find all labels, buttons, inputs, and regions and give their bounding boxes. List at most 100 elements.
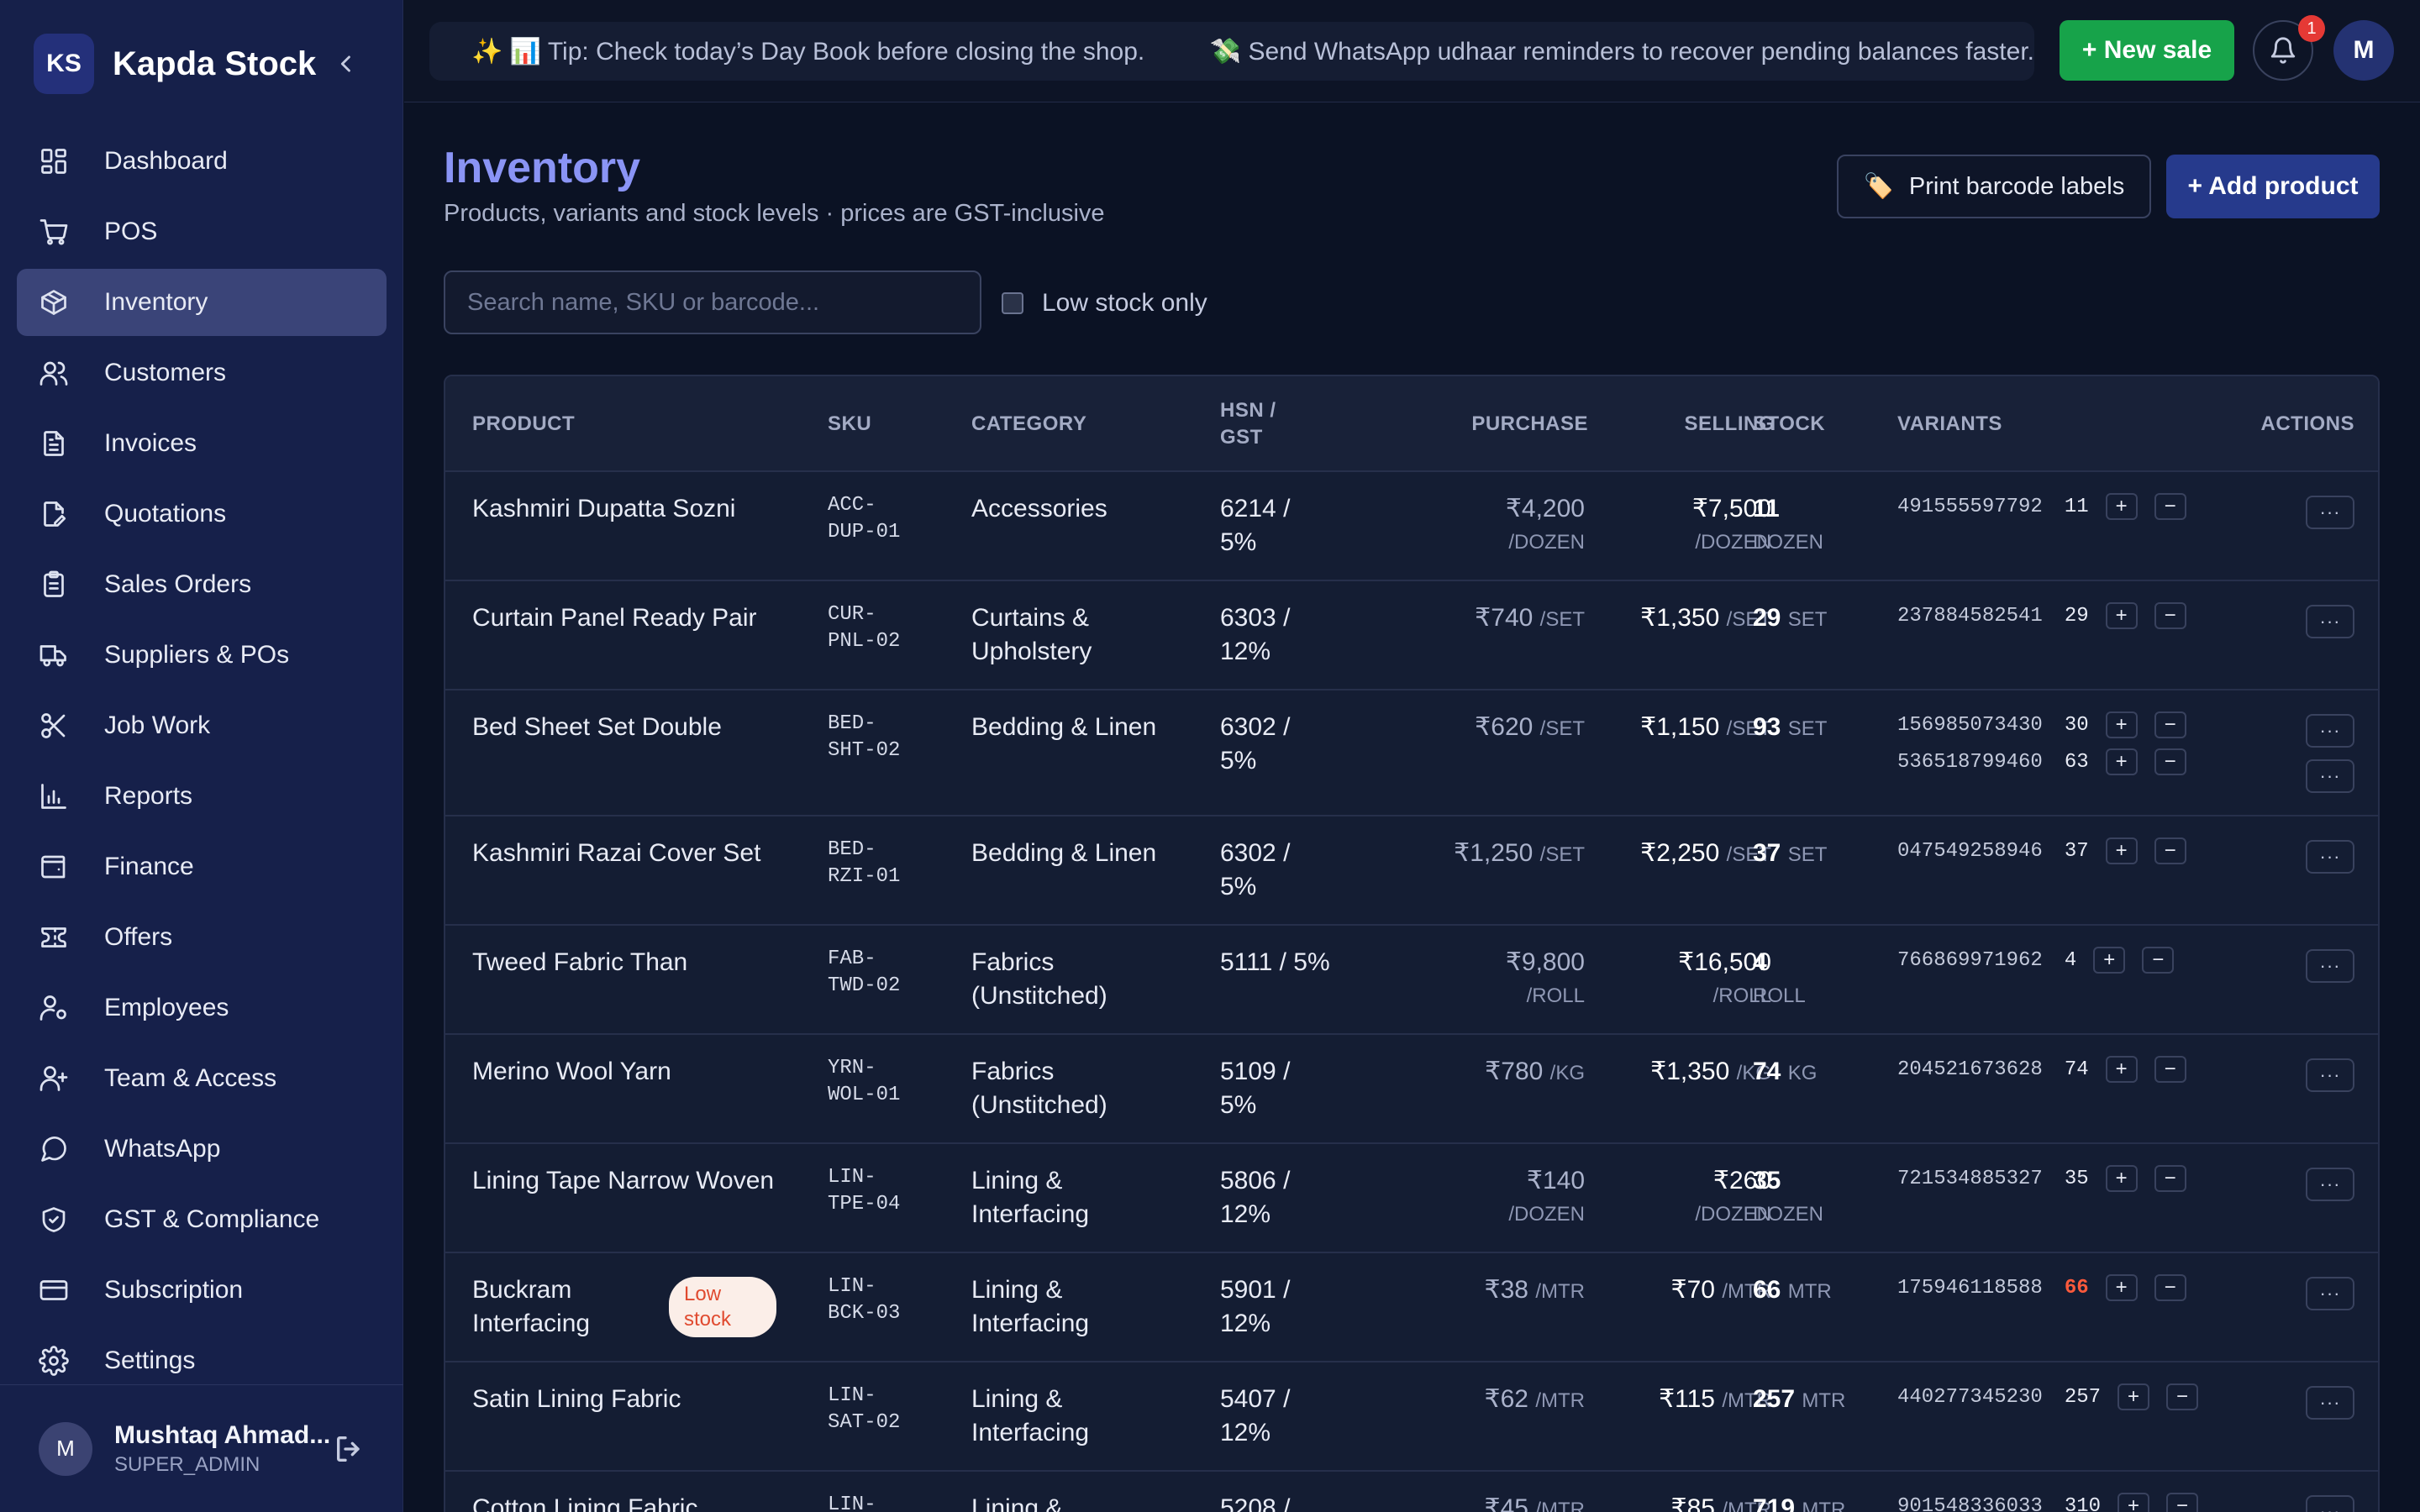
brand[interactable]: KS Kapda Stock bbox=[34, 34, 316, 94]
decrease-stock-button[interactable]: − bbox=[2154, 602, 2186, 629]
product-name[interactable]: Tweed Fabric Than bbox=[472, 946, 687, 979]
table-row[interactable]: Curtain Panel Ready Pair CUR- PNL-02 Curtai… bbox=[445, 581, 2378, 690]
table-row[interactable]: Kashmiri Razai Cover Set BED- RZI-01 Beddin… bbox=[445, 816, 2378, 926]
low-stock-filter[interactable]: Low stock only bbox=[1002, 289, 1207, 318]
cart-icon bbox=[37, 215, 71, 249]
add-product-button[interactable]: + Add product bbox=[2166, 155, 2380, 218]
sidebar-item-label: Suppliers & POs bbox=[104, 641, 290, 669]
row-actions-menu-button[interactable]: ··· bbox=[2306, 496, 2354, 529]
variant-qty: 310 bbox=[2064, 1494, 2102, 1512]
table-row[interactable]: Cotton Lining Fabric LIN-CTN-01 Lining &In… bbox=[445, 1472, 2378, 1512]
column-header-purchase[interactable]: PURCHASE bbox=[1361, 376, 1588, 472]
product-name[interactable]: Curtain Panel Ready Pair bbox=[472, 601, 757, 635]
column-header-selling[interactable]: SELLING bbox=[1580, 376, 1775, 472]
decrease-stock-button[interactable]: − bbox=[2154, 837, 2186, 864]
column-header-product[interactable]: PRODUCT bbox=[472, 376, 575, 472]
row-actions-menu-button[interactable]: ··· bbox=[2306, 840, 2354, 874]
sidebar-item-finance[interactable]: Finance bbox=[17, 833, 387, 900]
sidebar-item-employees[interactable]: Employees bbox=[17, 974, 387, 1042]
product-name[interactable]: Bed Sheet Set Double bbox=[472, 711, 722, 744]
increase-stock-button[interactable]: + bbox=[2093, 947, 2126, 974]
table-row[interactable]: Kashmiri Dupatta Sozni ACC- DUP-01 Accessor… bbox=[445, 472, 2378, 581]
decrease-stock-button[interactable]: − bbox=[2154, 748, 2186, 775]
increase-stock-button[interactable]: + bbox=[2105, 602, 2138, 629]
sidebar-item-whatsapp[interactable]: WhatsApp bbox=[17, 1116, 387, 1183]
sidebar-item-gst-and-compliance[interactable]: GST & Compliance bbox=[17, 1186, 387, 1253]
table-row[interactable]: Lining Tape Narrow Woven LIN- TPE-04 Lining… bbox=[445, 1144, 2378, 1253]
increase-stock-button[interactable]: + bbox=[2105, 1056, 2138, 1083]
increase-stock-button[interactable]: + bbox=[2105, 1274, 2138, 1301]
row-actions-menu-button[interactable]: ··· bbox=[2306, 1495, 2354, 1512]
sidebar-item-offers[interactable]: Offers bbox=[17, 904, 387, 971]
table-row[interactable]: Tweed Fabric Than FAB- TWD-02 Fabrics (Unsti… bbox=[445, 926, 2378, 1035]
new-sale-button[interactable]: + New sale bbox=[2060, 20, 2234, 81]
column-header-sku[interactable]: SKU bbox=[828, 376, 871, 472]
variant-row: 491555597792 11 + − bbox=[1897, 492, 2186, 521]
row-actions-menu-button[interactable]: ··· bbox=[2306, 1058, 2354, 1092]
product-name[interactable]: Kashmiri Dupatta Sozni bbox=[472, 492, 735, 526]
sidebar-item-pos[interactable]: POS bbox=[17, 198, 387, 265]
row-actions-menu-button[interactable]: ··· bbox=[2306, 605, 2354, 638]
increase-stock-button[interactable]: + bbox=[2105, 837, 2138, 864]
category: Fabrics (Unstitched) bbox=[971, 948, 1107, 1010]
decrease-stock-button[interactable]: − bbox=[2154, 1165, 2186, 1192]
decrease-stock-button[interactable]: − bbox=[2154, 1274, 2186, 1301]
sidebar-item-inventory[interactable]: Inventory bbox=[17, 269, 387, 336]
sidebar-item-job-work[interactable]: Job Work bbox=[17, 692, 387, 759]
user-profile[interactable]: M Mushtaq Ahmad... SUPER_ADMIN bbox=[0, 1384, 403, 1512]
table-row[interactable]: Bed Sheet Set Double BED- SHT-02 Bedding & … bbox=[445, 690, 2378, 816]
row-actions-menu-button[interactable]: ··· bbox=[2306, 759, 2354, 793]
decrease-stock-button[interactable]: − bbox=[2154, 493, 2186, 520]
sidebar-item-team-and-access[interactable]: Team & Access bbox=[17, 1045, 387, 1112]
account-avatar[interactable]: M bbox=[2333, 20, 2394, 81]
collapse-sidebar-button[interactable] bbox=[329, 47, 363, 81]
decrease-stock-button[interactable]: − bbox=[2154, 711, 2186, 738]
decrease-stock-button[interactable]: − bbox=[2166, 1383, 2199, 1410]
column-header-variants[interactable]: VARIANTS bbox=[1897, 376, 2002, 472]
print-barcode-labels-button[interactable]: 🏷️ Print barcode labels bbox=[1837, 155, 2151, 218]
variant-barcode: 440277345230 bbox=[1897, 1385, 2043, 1409]
low-stock-checkbox[interactable] bbox=[1002, 292, 1023, 314]
sidebar-item-reports[interactable]: Reports bbox=[17, 763, 387, 830]
decrease-stock-button[interactable]: − bbox=[2166, 1493, 2199, 1512]
column-header-category[interactable]: CATEGORY bbox=[971, 376, 1086, 472]
increase-stock-button[interactable]: + bbox=[2118, 1493, 2150, 1512]
increase-stock-button[interactable]: + bbox=[2105, 1165, 2138, 1192]
table-row[interactable]: Buckram Interfacing Low stock LIN- BCK-03 Lin… bbox=[445, 1253, 2378, 1362]
row-actions-menu-button[interactable]: ··· bbox=[2306, 714, 2354, 748]
column-header-stock[interactable]: STOCK bbox=[1753, 376, 1825, 472]
column-header-hsn-gst[interactable]: HSN / GST bbox=[1220, 376, 1276, 472]
decrease-stock-button[interactable]: − bbox=[2142, 947, 2175, 974]
bar-chart-icon bbox=[37, 780, 71, 813]
product-name[interactable]: Lining Tape Narrow Woven bbox=[472, 1164, 774, 1198]
increase-stock-button[interactable]: + bbox=[2105, 493, 2138, 520]
sidebar-item-customers[interactable]: Customers bbox=[17, 339, 387, 407]
product-name[interactable]: Merino Wool Yarn bbox=[472, 1055, 671, 1089]
product-name[interactable]: Kashmiri Razai Cover Set bbox=[472, 837, 760, 870]
logout-icon[interactable] bbox=[333, 1432, 366, 1466]
row-actions-menu-button[interactable]: ··· bbox=[2306, 1277, 2354, 1310]
row-actions-menu-button[interactable]: ··· bbox=[2306, 1168, 2354, 1201]
sidebar-item-suppliers-and-pos[interactable]: Suppliers & POs bbox=[17, 622, 387, 689]
product-name[interactable]: Satin Lining Fabric bbox=[472, 1383, 681, 1416]
row-actions-menu-button[interactable]: ··· bbox=[2306, 1386, 2354, 1420]
product-name[interactable]: Buckram Interfacing bbox=[472, 1273, 590, 1341]
variant-row: 721534885327 35 + − bbox=[1897, 1164, 2186, 1193]
sidebar-item-quotations[interactable]: Quotations bbox=[17, 480, 387, 548]
decrease-stock-button[interactable]: − bbox=[2154, 1056, 2186, 1083]
file-edit-icon bbox=[37, 497, 71, 531]
product-name[interactable]: Cotton Lining Fabric bbox=[472, 1492, 697, 1512]
sidebar-item-subscription[interactable]: Subscription bbox=[17, 1257, 387, 1324]
sidebar-item-sales-orders[interactable]: Sales Orders bbox=[17, 551, 387, 618]
row-actions-menu-button[interactable]: ··· bbox=[2306, 949, 2354, 983]
sidebar-item-label: Subscription bbox=[104, 1276, 244, 1304]
table-row[interactable]: Merino Wool Yarn YRN- WOL-01 Fabrics (Unstit… bbox=[445, 1035, 2378, 1144]
increase-stock-button[interactable]: + bbox=[2105, 748, 2138, 775]
search-input[interactable] bbox=[444, 270, 981, 334]
chevron-left-icon bbox=[340, 55, 350, 72]
increase-stock-button[interactable]: + bbox=[2118, 1383, 2150, 1410]
sidebar-item-invoices[interactable]: Invoices bbox=[17, 410, 387, 477]
increase-stock-button[interactable]: + bbox=[2105, 711, 2138, 738]
sidebar-item-dashboard[interactable]: Dashboard bbox=[17, 128, 387, 195]
table-row[interactable]: Satin Lining Fabric LIN- SAT-02 Lining & Int… bbox=[445, 1362, 2378, 1472]
